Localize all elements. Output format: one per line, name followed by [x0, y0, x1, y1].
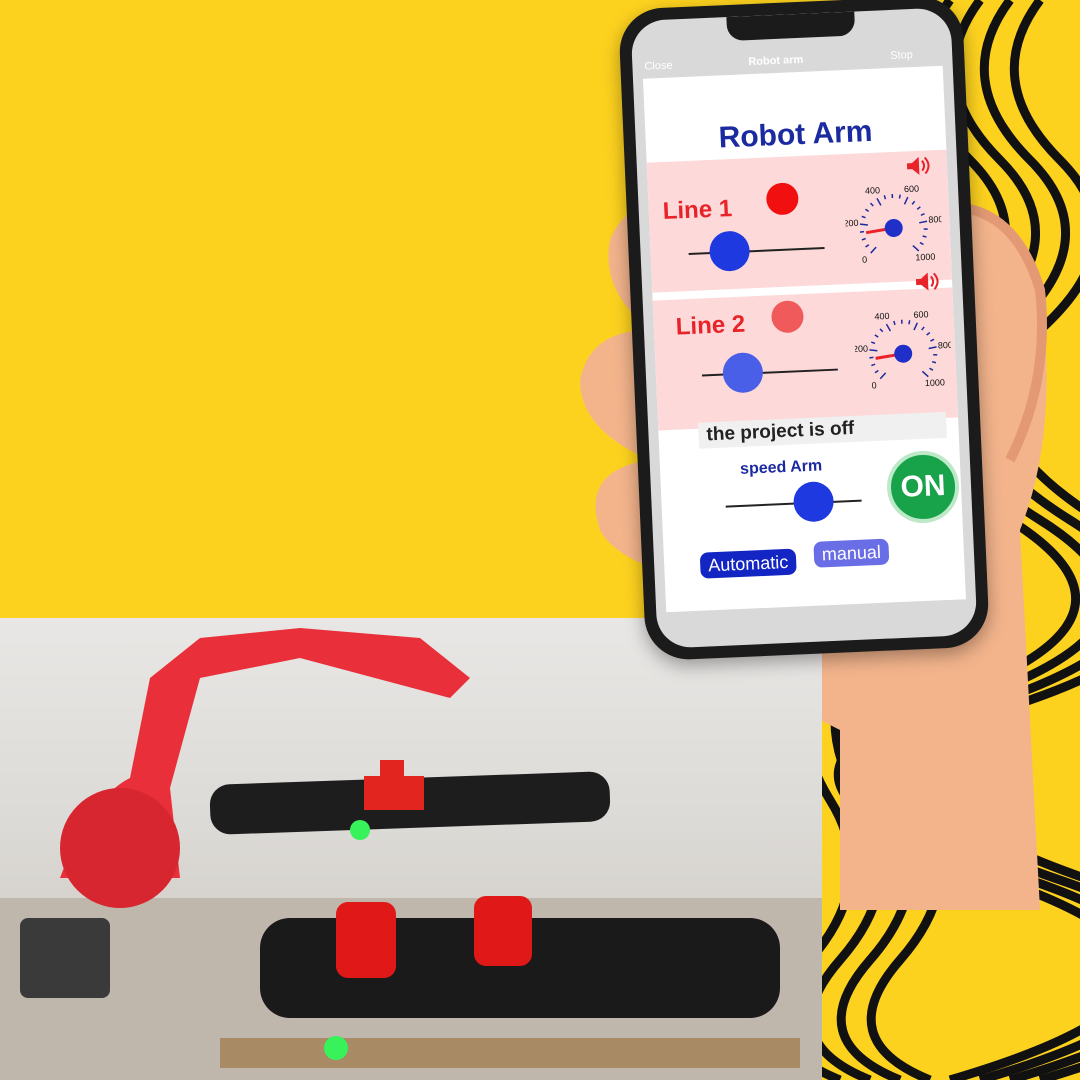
gauge-tick — [876, 198, 882, 206]
gauge-tick — [898, 194, 901, 199]
gauge-tick — [874, 369, 879, 374]
speaker-icon[interactable] — [914, 270, 941, 293]
line-2-gauge: 0 200 400 600 800 1000 — [853, 309, 953, 390]
gauge-tick — [859, 223, 868, 226]
speed-label: speed Arm — [739, 457, 823, 478]
gauge-tick — [870, 246, 877, 254]
speed-slider-knob[interactable] — [793, 480, 835, 523]
gauge-tick — [920, 212, 925, 216]
automatic-mode-button[interactable]: Automatic — [699, 548, 797, 579]
gauge-tick-label: 0 — [862, 255, 867, 265]
gauge-tick — [874, 334, 879, 338]
gauge-tick — [869, 202, 874, 207]
gauge-tick — [922, 235, 927, 238]
gauge-tick — [919, 220, 928, 224]
gauge-tick — [869, 349, 878, 352]
window-title: Robot arm — [748, 53, 804, 69]
gauge-tick — [921, 370, 929, 378]
gauge-tick-label: 200 — [844, 218, 859, 229]
gauge-tick — [916, 206, 921, 210]
gauge-tick-label: 400 — [874, 311, 889, 322]
line-1-label: Line 1 — [662, 195, 733, 226]
gauge-tick — [921, 326, 925, 331]
gauge-tick — [883, 195, 887, 200]
gauge-tick — [871, 341, 876, 345]
gauge-tick — [928, 346, 937, 350]
gauge-tick-label: 1000 — [925, 377, 945, 388]
robot-arm-photo — [0, 618, 822, 1080]
gauge-tick — [919, 241, 924, 246]
power-on-button[interactable]: ON — [885, 449, 961, 525]
gauge-tick-label: 800 — [928, 214, 943, 225]
manual-mode-button[interactable]: manual — [813, 538, 890, 568]
gauge-tick — [908, 320, 911, 325]
smartphone: Close Robot arm Stop Robot Arm Line 1 02… — [617, 0, 991, 662]
gauge-tick-label: 1000 — [915, 252, 935, 263]
gauge-tick — [903, 196, 909, 205]
gauge-tick — [926, 331, 931, 336]
gauge-tick — [871, 363, 876, 367]
line-2-panel: Line 2 0 200 400 600 800 1000 — [652, 272, 959, 431]
gauge-tick — [930, 338, 935, 342]
stop-button[interactable]: Stop — [890, 49, 913, 62]
line-1-slider-knob[interactable] — [708, 230, 751, 273]
phone-screen: Close Robot arm Stop Robot Arm Line 1 02… — [630, 7, 978, 649]
gauge-tick-label: 600 — [904, 184, 919, 195]
gauge-tick — [861, 215, 866, 219]
gauge-hub — [894, 344, 913, 363]
gauge-tick — [861, 237, 866, 241]
line-1-indicator — [765, 182, 800, 216]
gauge-tick-label: 800 — [938, 340, 953, 351]
gauge-tick-label: 600 — [913, 309, 928, 320]
line-2-indicator — [770, 300, 805, 334]
gauge-tick — [864, 208, 870, 213]
gauge-tick — [931, 360, 937, 364]
gauge-tick — [885, 323, 892, 332]
line-1-panel: Line 1 0 200 400 600 800 1000 — [646, 149, 953, 293]
gauge-tick-label: 200 — [853, 344, 868, 355]
line-2-slider-knob[interactable] — [721, 351, 764, 394]
app-content: Robot Arm Line 1 0 200 400 600 800 1000 Line … — [642, 65, 966, 613]
gauge-tick — [893, 320, 896, 326]
gauge-tick — [912, 245, 920, 252]
gauge-tick-label: 0 — [871, 380, 876, 390]
gauge-hub — [884, 218, 903, 237]
gauge-tick — [911, 200, 916, 205]
gauge-tick — [879, 372, 887, 380]
gauge-tick — [913, 322, 918, 331]
close-button[interactable]: Close — [644, 59, 673, 72]
gauge-tick — [865, 244, 870, 248]
gauge-tick — [929, 367, 934, 371]
gauge-tick — [879, 328, 884, 333]
gauge-tick-label: 400 — [865, 185, 880, 196]
phone-notch — [726, 11, 856, 42]
line-1-gauge: 0 200 400 600 800 1000 — [844, 184, 944, 265]
line-2-label: Line 2 — [675, 310, 746, 341]
